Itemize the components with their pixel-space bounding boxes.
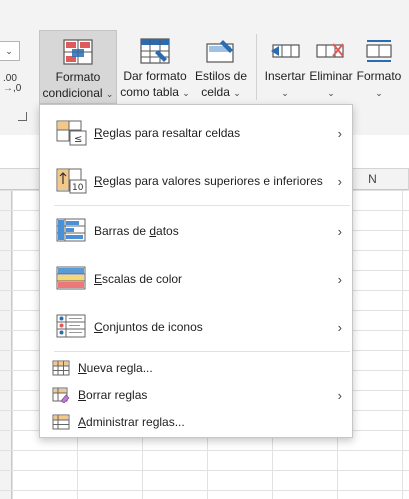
menu-item-manage-rules[interactable]: Administrar reglas...: [40, 409, 352, 435]
delete-cells-icon: [316, 43, 344, 58]
chevron-down-icon: ⌄: [327, 88, 335, 98]
format-as-table-icon: [140, 38, 170, 64]
chevron-down-icon: ⌄: [105, 89, 114, 99]
conditional-formatting-button[interactable]: Formato condicional ⌄: [39, 30, 117, 104]
decrease-decimal-icon[interactable]: .00 →,0: [3, 74, 21, 94]
button-label-line1: Estilos de: [194, 69, 248, 83]
color-scales-icon: [56, 266, 86, 290]
menu-item-color-scales[interactable]: Escalas de color ›: [40, 255, 352, 303]
button-label-line2: condicional: [42, 86, 103, 100]
button-label-line1: Dar formato: [123, 69, 187, 83]
arrow-icon: →: [3, 83, 13, 94]
button-label-line1: Formato: [356, 69, 402, 83]
chevron-down-icon: ⌄: [182, 88, 190, 98]
chevron-down-icon: ⌄: [281, 88, 289, 98]
top-bottom-rules-icon: 10: [56, 168, 87, 194]
decimal-label-2: ,0: [13, 83, 22, 94]
submenu-arrow-icon: ›: [337, 387, 342, 403]
number-format-dropdown[interactable]: ⌄: [0, 41, 20, 61]
menu-item-new-rule[interactable]: Nueva regla...: [40, 355, 352, 381]
conditional-formatting-icon: [63, 39, 93, 65]
menu-item-label: Reglas para resaltar celdas: [94, 126, 241, 140]
insert-cells-icon: [271, 44, 300, 58]
button-label-line1: Formato: [55, 70, 101, 84]
cell-styles-button[interactable]: Estilos de celda ⌄: [192, 30, 250, 104]
menu-item-icon-sets[interactable]: Conjuntos de iconos ›: [40, 303, 352, 351]
submenu-arrow-icon: ›: [337, 173, 342, 189]
submenu-arrow-icon: ›: [337, 319, 342, 335]
insert-button[interactable]: Insertar ⌄: [262, 30, 308, 104]
top-10-text: 10: [72, 183, 84, 193]
highlight-cells-rules-icon: ≤: [56, 120, 87, 146]
menu-item-data-bars[interactable]: Barras de datos ›: [40, 207, 352, 255]
format-as-table-button[interactable]: Dar formato como tabla ⌄: [119, 30, 191, 104]
menu-separator: [54, 351, 350, 352]
menu-item-label: Administrar reglas...: [78, 415, 185, 429]
button-label-line1: Eliminar: [309, 69, 353, 83]
chevron-down-icon: ⌄: [233, 88, 241, 98]
menu-item-label: Borrar reglas: [78, 388, 148, 402]
icon-sets-icon: [56, 314, 86, 338]
submenu-arrow-icon: ›: [337, 271, 342, 287]
menu-item-label: Nueva regla...: [78, 361, 153, 375]
format-button[interactable]: Formato ⌄: [354, 30, 404, 104]
manage-rules-icon: [52, 414, 70, 430]
lte-symbol: ≤: [74, 134, 82, 145]
menu-item-top-bottom-rules[interactable]: 10 Reglas para valores superiores e infe…: [40, 157, 352, 205]
format-cells-icon: [366, 40, 392, 62]
menu-item-label: Reglas para valores superiores e inferio…: [94, 174, 323, 188]
menu-item-label: Escalas de color: [94, 272, 183, 286]
button-label-line1: Insertar: [264, 69, 306, 83]
delete-button[interactable]: Eliminar ⌄: [308, 30, 354, 104]
button-label-line2: celda: [201, 85, 230, 99]
new-rule-icon: [52, 360, 70, 376]
clear-rules-icon: [52, 387, 70, 403]
button-label-line2: como tabla: [120, 85, 179, 99]
menu-separator: [54, 205, 350, 206]
conditional-formatting-menu: ≤ Reglas para resaltar celdas › 10 Regla…: [39, 104, 353, 438]
menu-item-clear-rules[interactable]: Borrar reglas ›: [40, 382, 352, 408]
submenu-arrow-icon: ›: [337, 223, 342, 239]
chevron-down-icon: ⌄: [375, 88, 383, 98]
cell-styles-icon: [206, 40, 234, 63]
data-bars-icon: [56, 218, 86, 242]
submenu-arrow-icon: ›: [337, 125, 342, 141]
menu-item-label: Barras de datos: [94, 224, 179, 238]
dialog-launcher-icon[interactable]: [18, 112, 27, 121]
menu-item-highlight-cells-rules[interactable]: ≤ Reglas para resaltar celdas ›: [40, 109, 352, 157]
ribbon-separator: [256, 34, 257, 100]
menu-item-label: Conjuntos de iconos: [94, 320, 203, 334]
